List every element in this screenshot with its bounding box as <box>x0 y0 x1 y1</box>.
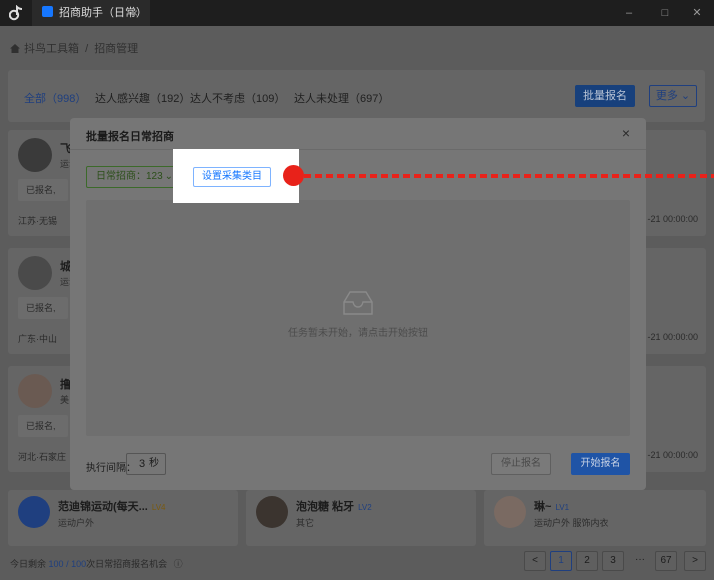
campaign-select-value: 日常招商：123 <box>96 171 163 182</box>
quota-suffix: 次日常招商报名机会 <box>86 559 168 569</box>
influencer-card[interactable]: -21 00:00:00 <box>640 366 706 472</box>
location-text: 江苏·无锡 <box>18 216 57 226</box>
filter-bar: 全部（998） 达人感兴趣（192） 达人不考虑（109） 达人未处理（697）… <box>8 70 705 122</box>
interval-unit: 秒 <box>149 458 159 469</box>
chevron-down-icon: ⌄ <box>680 90 691 102</box>
chevron-down-icon: ⌄ <box>164 171 173 182</box>
time-text: -21 00:00:00 <box>647 450 698 460</box>
influencer-card[interactable]: 范迪锦运动(每天... LV4 运动户外 <box>8 490 238 546</box>
interval-value: 3 <box>139 458 146 470</box>
influencer-name-text: 范迪锦运动(每天... <box>58 501 148 513</box>
pointer-line <box>304 174 714 178</box>
influencer-name: 泡泡糖 粘牙 LV2 <box>296 498 372 514</box>
quota-separator: / <box>66 559 69 569</box>
tab-assistant[interactable]: 招商助手（日常） × <box>32 0 150 26</box>
influencer-name: 范迪锦运动(每天... LV4 <box>58 498 165 514</box>
title-bar: 招商助手（日常） × – □ ✕ <box>0 0 714 26</box>
pointer-dot <box>283 165 304 186</box>
influencer-category: 美 <box>60 395 70 405</box>
app-tab-icon <box>42 6 53 17</box>
status-badge: 已报名, <box>18 415 68 437</box>
app-logo-icon <box>9 5 23 21</box>
set-collection-category-button[interactable]: 设置采集类目 <box>193 167 271 187</box>
filter-all[interactable]: 全部（998） <box>24 90 86 106</box>
influencer-card[interactable]: 琳~ LV1 运动户外 服饰内衣 <box>484 490 706 546</box>
breadcrumb: 抖鸟工具箱 / 招商管理 <box>10 40 138 56</box>
level-badge: LV4 <box>151 503 166 512</box>
influencer-name-text: 泡泡糖 粘牙 <box>296 501 355 513</box>
influencer-card[interactable]: -21 00:00:00 <box>640 248 706 354</box>
influencer-card[interactable]: -21 00:00:00 <box>640 130 706 236</box>
location-text: 河北·石家庄 <box>18 452 66 462</box>
time-text: -21 00:00:00 <box>647 332 698 342</box>
breadcrumb-root[interactable]: 抖鸟工具箱 <box>24 43 79 55</box>
avatar <box>18 256 52 290</box>
influencer-name-text: 琳~ <box>534 501 552 513</box>
more-label: 更多 <box>655 90 678 102</box>
stop-signup-button[interactable]: 停止报名 <box>491 453 551 475</box>
filter-not-considered[interactable]: 达人不考虑（109） <box>190 90 285 106</box>
breadcrumb-separator: / <box>85 43 89 55</box>
avatar <box>494 496 526 528</box>
home-icon <box>10 44 20 53</box>
interval-input[interactable]: 3 秒 <box>126 453 166 475</box>
avatar <box>256 496 288 528</box>
location-text: 广东·中山 <box>18 334 57 344</box>
pagination-page[interactable]: 2 <box>576 551 598 571</box>
pagination-prev[interactable]: < <box>524 551 546 571</box>
level-badge: LV2 <box>358 503 372 512</box>
avatar <box>18 138 52 172</box>
level-badge: LV1 <box>555 503 570 512</box>
remaining-quota-text: 今日剩余 100 / 100次日常招商报名机会 ⓘ <box>10 557 183 570</box>
help-icon[interactable]: ⓘ <box>174 559 183 569</box>
pagination-page[interactable]: 3 <box>602 551 624 571</box>
empty-state-text: 任务暂未开始，请点击开始按钮 <box>288 328 428 339</box>
close-window-button[interactable]: ✕ <box>680 0 714 26</box>
avatar <box>18 374 52 408</box>
close-icon[interactable]: × <box>622 125 630 141</box>
quota-total: 100 <box>71 559 87 569</box>
start-signup-button[interactable]: 开始报名 <box>571 453 630 475</box>
filter-interested[interactable]: 达人感兴趣（192） <box>95 90 190 106</box>
quota-remaining: 100 <box>48 559 64 569</box>
status-badge: 已报名, <box>18 297 68 319</box>
tab-close-icon[interactable]: × <box>131 0 138 26</box>
quota-prefix: 今日剩余 <box>10 559 47 569</box>
filter-unprocessed[interactable]: 达人未处理（697） <box>294 90 389 106</box>
dialog-title: 批量报名日常招商 <box>86 131 174 143</box>
more-button[interactable]: 更多 ⌄ <box>649 85 697 107</box>
influencer-category: 其它 <box>296 518 315 528</box>
maximize-button[interactable]: □ <box>648 0 682 26</box>
influencer-name: 琳~ LV1 <box>534 498 569 514</box>
influencer-card[interactable]: 泡泡糖 粘牙 LV2 其它 <box>246 490 476 546</box>
pagination-page[interactable]: 1 <box>550 551 572 571</box>
status-badge: 已报名, <box>18 179 68 201</box>
influencer-category: 运动户外 <box>58 518 95 528</box>
pagination-ellipsis[interactable]: ··· <box>629 551 651 571</box>
task-log-area: 任务暂未开始，请点击开始按钮 <box>86 200 630 436</box>
pagination-next[interactable]: > <box>684 551 706 571</box>
time-text: -21 00:00:00 <box>647 214 698 224</box>
empty-inbox-icon <box>343 291 373 315</box>
batch-signup-button[interactable]: 批量报名 <box>575 85 635 107</box>
avatar <box>18 496 50 528</box>
influencer-category: 运动户外 服饰内衣 <box>534 518 609 528</box>
minimize-button[interactable]: – <box>612 0 646 26</box>
breadcrumb-current: 招商管理 <box>94 43 139 55</box>
pagination-page[interactable]: 67 <box>655 551 677 571</box>
spotlight-highlight: 设置采集类目 <box>173 149 299 203</box>
campaign-select[interactable]: 日常招商：123 ⌄ <box>86 166 182 188</box>
dialog-header: 批量报名日常招商 × <box>70 118 646 150</box>
